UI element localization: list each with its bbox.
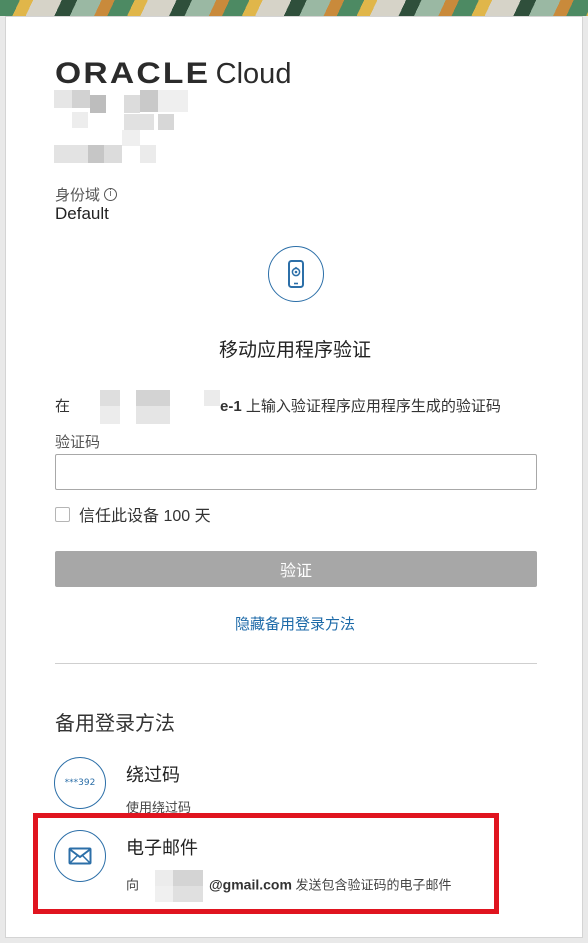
bypass-code-option[interactable]: ***392 — [54, 757, 106, 809]
identity-domain-value: Default — [55, 204, 109, 223]
code-input[interactable] — [55, 454, 537, 490]
identity-domain-label-text: 身份域 — [55, 187, 101, 204]
logo-brand: ORACLE — [55, 57, 211, 90]
logo-product: Cloud — [215, 58, 292, 90]
identity-domain-label: 身份域 i — [55, 184, 118, 205]
divider — [55, 663, 537, 664]
email-option-subtitle: 向 @gmail.com 发送包含验证码的电子邮件 — [126, 870, 452, 902]
trust-device-option[interactable]: 信任此设备 100 天 — [55, 502, 211, 526]
trust-device-label: 信任此设备 100 天 — [79, 508, 211, 525]
bypass-code-subtitle: 使用绕过码 — [126, 800, 192, 815]
hide-alternates-link[interactable]: 隐藏备用登录方法 — [6, 613, 584, 634]
alternates-heading: 备用登录方法 — [55, 713, 175, 735]
code-label: 验证码 — [55, 434, 101, 451]
oracle-cloud-logo: ORACLE Cloud — [55, 57, 291, 91]
method-title: 移动应用程序验证 — [218, 340, 371, 361]
redacted-region — [70, 390, 221, 424]
bypass-code-title[interactable]: 绕过码 — [126, 761, 180, 787]
verify-button[interactable]: 验证 — [55, 551, 537, 587]
mobile-app-icon — [268, 246, 324, 302]
background-banner — [0, 0, 588, 16]
email-option[interactable] — [54, 830, 106, 882]
method-description: 在 e-1 上输入验证程序应用程序生成的验证码 — [55, 390, 501, 424]
bypass-code-icon: ***392 — [64, 778, 96, 788]
login-card: ORACLE Cloud 身份域 i Default 移动应用程序验证 在 e-… — [5, 16, 583, 938]
trust-device-checkbox[interactable] — [55, 506, 70, 522]
redacted-email — [139, 870, 209, 902]
email-option-title[interactable]: 电子邮件 — [126, 834, 198, 860]
info-icon[interactable]: i — [104, 188, 118, 201]
envelope-icon — [68, 847, 92, 865]
redacted-username — [54, 90, 194, 180]
